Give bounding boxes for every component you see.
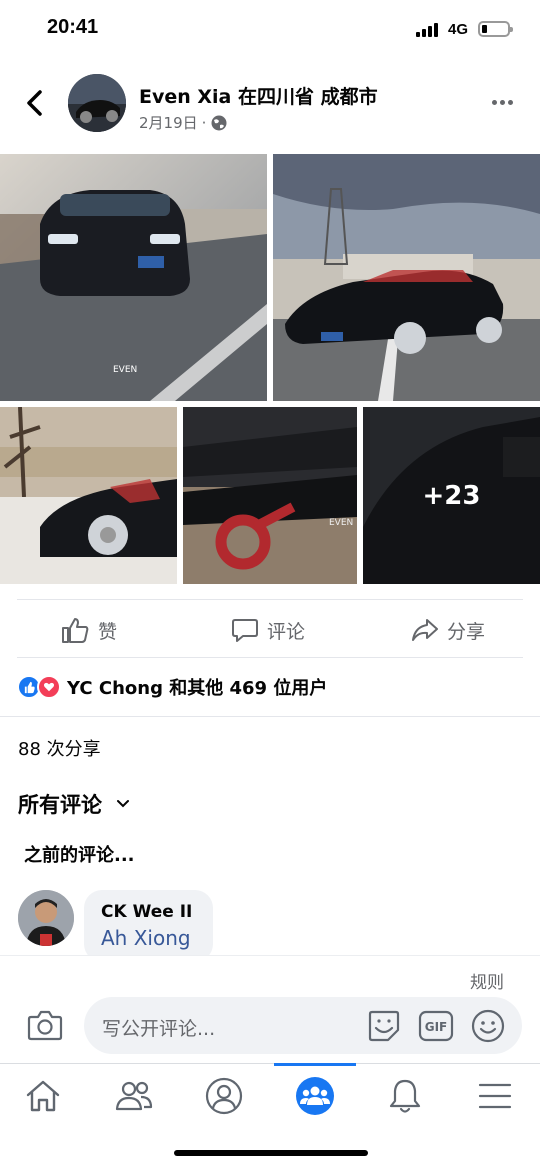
- network-label: 4G: [448, 21, 469, 38]
- chevron-down-icon: [117, 800, 129, 808]
- previous-comments-link[interactable]: 之前的评论...: [24, 841, 135, 867]
- tab-groups[interactable]: [285, 1074, 345, 1118]
- globe-icon: [211, 115, 227, 130]
- status-bar: 20:41 4G: [0, 0, 540, 58]
- like-button[interactable]: 赞: [60, 616, 117, 644]
- groups-icon: [296, 1077, 334, 1115]
- commenter-avatar[interactable]: [18, 890, 74, 946]
- signal-icon: [416, 23, 440, 37]
- tab-menu[interactable]: [465, 1074, 525, 1118]
- comment-input[interactable]: 写公开评论... GIF: [84, 997, 522, 1054]
- rules-link[interactable]: 规则: [470, 968, 504, 993]
- emoji-icon[interactable]: [470, 1008, 506, 1044]
- post-header: Even Xia 在四川省 成都市 2月19日 ·: [0, 70, 540, 140]
- camera-icon[interactable]: [26, 1006, 64, 1044]
- profile-icon: [205, 1077, 243, 1115]
- back-arrow-icon: [27, 90, 42, 116]
- menu-icon: [478, 1083, 512, 1109]
- post-date[interactable]: 2月19日: [139, 112, 198, 133]
- active-tab-indicator: [274, 1063, 356, 1066]
- bottom-tab-bar: [0, 1063, 540, 1169]
- tab-notifications[interactable]: [375, 1074, 435, 1118]
- divider: [0, 716, 540, 717]
- post-photo-1[interactable]: EVEN: [0, 154, 267, 401]
- share-label: 分享: [447, 620, 486, 643]
- watermark: EVEN: [113, 365, 137, 375]
- post-photo-5[interactable]: +23: [363, 407, 540, 584]
- post-photo-4[interactable]: EVEN: [183, 407, 357, 584]
- comment-composer-area: 规则 写公开评论... GIF: [0, 955, 540, 1063]
- share-button[interactable]: 分享: [411, 616, 485, 644]
- tab-home[interactable]: [13, 1074, 73, 1118]
- divider: [17, 599, 523, 600]
- reactions-summary[interactable]: YC Chong 和其他 469 位用户: [17, 674, 327, 700]
- gif-icon[interactable]: GIF: [418, 1008, 454, 1044]
- more-options-icon[interactable]: [492, 100, 513, 105]
- shares-count[interactable]: 88 次分享: [18, 735, 101, 761]
- comment-input-placeholder: 写公开评论...: [102, 1018, 216, 1040]
- post-photo-3[interactable]: [0, 407, 177, 584]
- home-icon: [26, 1080, 60, 1112]
- home-indicator: [174, 1150, 368, 1156]
- comment-label: 评论: [267, 620, 306, 643]
- tab-friends[interactable]: [104, 1074, 164, 1118]
- sticker-icon[interactable]: [366, 1008, 402, 1044]
- reactions-text: YC Chong 和其他 469 位用户: [67, 678, 328, 699]
- divider: [17, 657, 523, 658]
- gif-label: GIF: [425, 1020, 448, 1034]
- thumbs-up-icon: [62, 618, 89, 643]
- comment-text[interactable]: Ah Xiong: [101, 926, 195, 950]
- author-line[interactable]: Even Xia 在四川省 成都市: [139, 82, 378, 109]
- post-meta: 2月19日 ·: [139, 112, 228, 133]
- status-time: 20:41: [47, 16, 99, 38]
- bell-icon: [389, 1079, 421, 1113]
- like-label: 赞: [98, 620, 118, 643]
- author-name[interactable]: Even Xia: [139, 86, 231, 108]
- friends-icon: [115, 1081, 153, 1111]
- comment-author[interactable]: CK Wee II: [101, 902, 195, 922]
- back-button[interactable]: [22, 88, 48, 118]
- meta-separator: ·: [201, 113, 207, 132]
- tab-profile[interactable]: [194, 1074, 254, 1118]
- battery-icon: [478, 21, 513, 37]
- post-actions: 赞 评论 分享: [0, 604, 540, 656]
- comment-bubble[interactable]: CK Wee II Ah Xiong: [84, 890, 213, 962]
- comment-button[interactable]: 评论: [231, 616, 305, 644]
- more-photos-overlay[interactable]: +23: [363, 407, 540, 584]
- share-icon: [412, 619, 438, 641]
- post-location[interactable]: 在四川省 成都市: [238, 86, 378, 108]
- comments-filter-label: 所有评论: [18, 793, 102, 817]
- comment-icon: [232, 619, 258, 642]
- comments-filter[interactable]: 所有评论: [18, 789, 130, 819]
- post-photo-2[interactable]: [273, 154, 540, 401]
- watermark: EVEN: [329, 518, 353, 528]
- author-avatar[interactable]: [68, 74, 126, 132]
- love-reaction-icon: [37, 675, 61, 699]
